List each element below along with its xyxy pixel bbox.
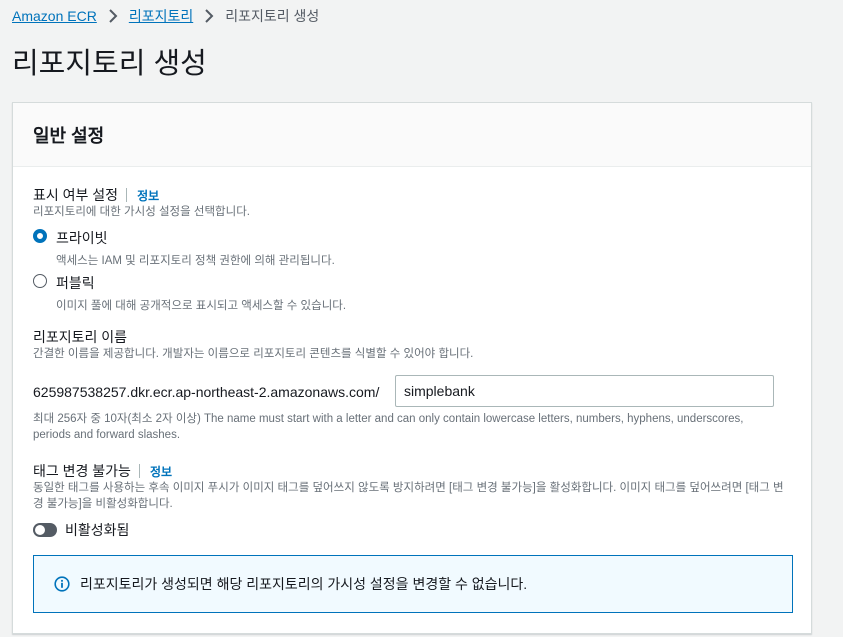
alert-text: 리포지토리가 생성되면 해당 리포지토리의 가시성 설정을 변경할 수 없습니다…	[80, 576, 528, 592]
breadcrumb-repositories-link[interactable]: 리포지토리	[129, 6, 193, 26]
info-alert: 리포지토리가 생성되면 해당 리포지토리의 가시성 설정을 변경할 수 없습니다…	[33, 555, 793, 613]
tag-immutability-label-row: 태그 변경 불가능 정보	[33, 461, 172, 481]
radio-private-label: 프라이빗	[56, 230, 108, 246]
visibility-label: 표시 여부 설정	[33, 187, 119, 203]
repo-name-input[interactable]	[395, 375, 774, 407]
general-settings-panel: 일반 설정 표시 여부 설정 정보 리포지토리에 대한 가시성 설정을 선택합니…	[12, 102, 812, 634]
panel-header: 일반 설정	[13, 103, 811, 167]
tag-immutability-description: 동일한 태그를 사용하는 후속 이미지 푸시가 이미지 태그를 덮어쓰지 않도록…	[33, 482, 784, 510]
repo-name-label-row: 리포지토리 이름	[33, 327, 127, 347]
tag-immutability-info-link[interactable]: 정보	[150, 463, 172, 480]
repo-name-label: 리포지토리 이름	[33, 329, 128, 345]
repo-name-constraint: 최대 256자 중 10자(최소 2자 이상) The name must st…	[33, 413, 744, 441]
info-circle-icon	[54, 576, 70, 592]
toggle-knob	[35, 525, 45, 535]
radio-public-text: 퍼블릭 이미지 풀에 대해 공개적으로 표시되고 액세스할 수 있습니다.	[56, 273, 346, 313]
radio-public-description: 이미지 풀에 대해 공개적으로 표시되고 액세스할 수 있습니다.	[56, 300, 347, 312]
radio-public-button[interactable]	[33, 274, 47, 288]
tag-immutability-toggle-row: 비활성화됨	[33, 520, 129, 540]
radio-private-description: 액세스는 IAM 및 리포지토리 정책 권한에 의해 관리됩니다.	[56, 255, 335, 267]
repo-uri-prefix: 625987538257.dkr.ecr.ap-northeast-2.amaz…	[33, 384, 380, 400]
radio-private-button[interactable]	[33, 229, 47, 243]
breadcrumb-amazon-ecr-link[interactable]: Amazon ECR	[12, 8, 97, 24]
visibility-label-row: 표시 여부 설정 정보	[33, 185, 159, 205]
radio-private-text: 프라이빗 액세스는 IAM 및 리포지토리 정책 권한에 의해 관리됩니다.	[56, 228, 335, 268]
divider	[138, 464, 140, 478]
page-title: 리포지토리 생성	[12, 48, 207, 80]
divider	[126, 188, 128, 202]
radio-private[interactable]: 프라이빗 액세스는 IAM 및 리포지토리 정책 권한에 의해 관리됩니다.	[33, 228, 335, 268]
tag-immutability-toggle[interactable]	[33, 523, 57, 537]
breadcrumb: Amazon ECR 리포지토리 리포지토리 생성	[12, 6, 319, 26]
radio-public[interactable]: 퍼블릭 이미지 풀에 대해 공개적으로 표시되고 액세스할 수 있습니다.	[33, 273, 346, 313]
panel-title: 일반 설정	[33, 125, 105, 146]
repo-name-description: 간결한 이름을 제공합니다. 개발자는 이름으로 리포지토리 콘텐츠를 식별할 …	[33, 348, 474, 360]
chevron-right-icon	[204, 9, 214, 23]
breadcrumb-current: 리포지토리 생성	[225, 8, 320, 24]
visibility-info-link[interactable]: 정보	[137, 187, 159, 204]
visibility-description: 리포지토리에 대한 가시성 설정을 선택합니다.	[33, 206, 250, 218]
tag-immutability-label: 태그 변경 불가능	[33, 463, 131, 479]
tag-immutability-toggle-label: 비활성화됨	[65, 522, 130, 538]
radio-public-label: 퍼블릭	[56, 275, 95, 291]
chevron-right-icon	[108, 9, 118, 23]
